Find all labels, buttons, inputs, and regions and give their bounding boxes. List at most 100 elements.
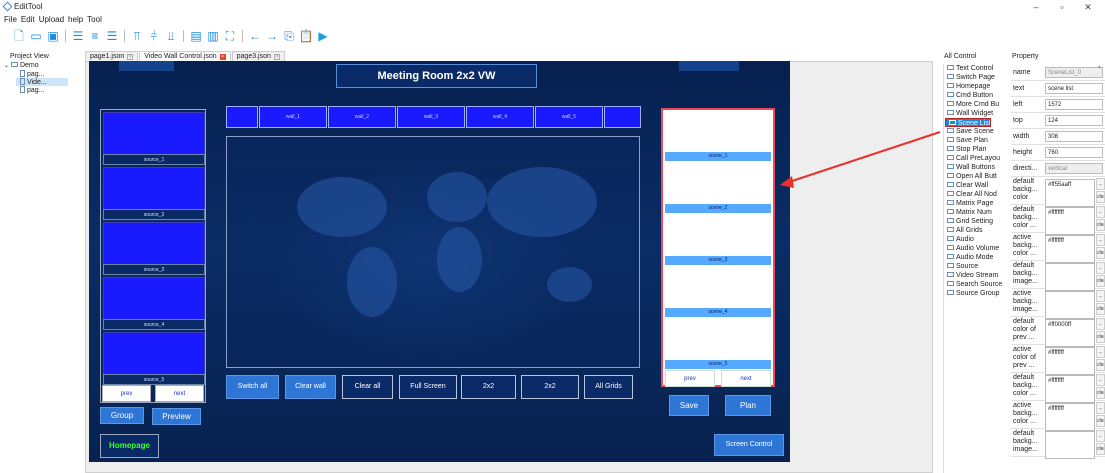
menu-tool[interactable]: Tool — [87, 14, 102, 25]
source-tile[interactable] — [103, 167, 205, 210]
property-value-field[interactable] — [1045, 263, 1095, 291]
property-value-field[interactable]: scene list — [1045, 83, 1103, 94]
redo-icon[interactable]: → — [265, 29, 279, 43]
scene-list[interactable]: scene_1 scene_2 scene_3 scene_4 scene_5 … — [661, 108, 775, 387]
run-icon[interactable]: ▶ — [316, 29, 330, 43]
switch-all-button[interactable]: Switch all — [226, 375, 279, 399]
scene-label[interactable]: scene_3 — [665, 256, 771, 265]
close-icon[interactable]: × — [219, 53, 226, 60]
source-list[interactable]: source_1 source_2 source_3 source_4 sour… — [100, 109, 206, 403]
browse-button[interactable]: ... — [1096, 402, 1105, 414]
scene-label[interactable]: scene_5 — [665, 360, 771, 369]
screen-control-button[interactable]: Screen Control — [714, 434, 784, 456]
distribute-vertical-icon[interactable]: ▥ — [206, 29, 220, 43]
browse-button[interactable]: ... — [1096, 234, 1105, 246]
align-center-icon[interactable]: ⫩ — [147, 29, 161, 43]
browse-button[interactable]: ... — [1096, 374, 1105, 386]
scroll-up-icon[interactable]: ^ — [1098, 66, 1101, 72]
design-canvas[interactable]: Meeting Room 2x2 VW source_1 source_2 so… — [89, 61, 790, 462]
property-value-field[interactable]: #ffffffff — [1045, 403, 1095, 431]
source-tile[interactable] — [103, 332, 205, 375]
align-right-icon[interactable]: ⫫ — [164, 29, 178, 43]
browse-button[interactable]: ... — [1096, 178, 1105, 190]
scene-tile[interactable] — [665, 215, 771, 256]
property-value-field[interactable]: 1572 — [1045, 99, 1103, 110]
source-tile[interactable] — [103, 112, 205, 155]
scene-label[interactable]: scene_2 — [665, 204, 771, 213]
property-value-field[interactable]: 308 — [1045, 131, 1103, 142]
wall-button[interactable] — [226, 106, 258, 128]
source-label[interactable]: source_2 — [103, 209, 205, 220]
scene-label[interactable]: scene_1 — [665, 152, 771, 161]
group-button[interactable]: Group — [100, 407, 144, 424]
preview-button[interactable]: Preview — [152, 408, 201, 425]
clear-button[interactable]: clear — [1096, 275, 1105, 287]
undo-icon[interactable]: ← — [248, 29, 262, 43]
minimize-icon[interactable]: – — [1029, 2, 1043, 12]
new-file-icon[interactable]: 🗋 — [12, 29, 26, 43]
clear-wall-button[interactable]: Clear wall — [285, 375, 336, 399]
property-value-field[interactable]: #ffffffff — [1045, 235, 1095, 263]
property-value-field[interactable] — [1045, 431, 1095, 459]
align-middle-icon[interactable]: ≡ — [88, 29, 102, 43]
wall-button[interactable]: wall_4 — [466, 106, 534, 128]
clear-button[interactable]: clear — [1096, 247, 1105, 259]
clear-button[interactable]: clear — [1096, 219, 1105, 231]
open-folder-icon[interactable]: ▭ — [29, 29, 43, 43]
clear-button[interactable]: clear — [1096, 387, 1105, 399]
wall-button[interactable]: wall_1 — [259, 106, 327, 128]
wall-button[interactable]: wall_2 — [328, 106, 396, 128]
tree-item-page1[interactable]: pag... — [0, 70, 80, 78]
scene-tile[interactable] — [665, 267, 771, 308]
scene-next-button[interactable]: next — [721, 370, 771, 387]
menu-file[interactable]: File — [4, 14, 17, 25]
browse-button[interactable]: ... — [1096, 262, 1105, 274]
clear-button[interactable]: clear — [1096, 191, 1105, 203]
browse-button[interactable]: ... — [1096, 346, 1105, 358]
clear-button[interactable]: clear — [1096, 443, 1105, 455]
property-value-field[interactable]: #ff0000ff — [1045, 319, 1095, 347]
scene-tile[interactable] — [665, 111, 771, 152]
source-label[interactable]: source_4 — [103, 319, 205, 330]
scene-tile[interactable] — [665, 163, 771, 204]
plan-button[interactable]: Plan — [725, 395, 771, 416]
clear-button[interactable]: clear — [1096, 359, 1105, 371]
save-button[interactable]: Save — [669, 395, 709, 416]
source-label[interactable]: source_1 — [103, 154, 205, 165]
property-value-field[interactable] — [1045, 291, 1095, 319]
property-value-field[interactable]: 124 — [1045, 115, 1103, 126]
paste-icon[interactable]: 📋 — [299, 29, 314, 43]
copy-icon[interactable]: ⎘ — [282, 29, 296, 43]
align-bottom-icon[interactable]: ☰ — [105, 29, 119, 43]
source-next-button[interactable]: next — [155, 385, 204, 402]
tab-video-wall-control[interactable]: Video Wall Control.json × — [139, 51, 231, 61]
property-value-field[interactable]: #ffffffff — [1045, 207, 1095, 235]
menu-help[interactable]: help — [68, 14, 83, 25]
browse-button[interactable]: ... — [1096, 430, 1105, 442]
clear-button[interactable]: clear — [1096, 415, 1105, 427]
tab-page3[interactable]: page3.json × — [231, 51, 285, 61]
source-tile[interactable] — [103, 222, 205, 265]
align-left-icon[interactable]: ⫪ — [130, 29, 144, 43]
save-icon[interactable]: ▣ — [46, 29, 60, 43]
tree-item-page3[interactable]: pag... — [0, 86, 80, 94]
distribute-horizontal-icon[interactable]: ▤ — [189, 29, 203, 43]
browse-button[interactable]: ... — [1096, 318, 1105, 330]
scene-label[interactable]: scene_4 — [665, 308, 771, 317]
tree-folder-demo[interactable]: ⌄ Demo — [0, 62, 80, 70]
property-value-field[interactable]: #ffffffff — [1045, 347, 1095, 375]
tree-item-video-wall[interactable]: Vide... — [16, 78, 68, 86]
wall-button[interactable]: wall_5 — [535, 106, 603, 128]
control-item-scene-list[interactable]: Scene List — [945, 118, 991, 127]
tab-page1[interactable]: page1.json × — [85, 51, 139, 61]
wall-button[interactable]: wall_3 — [397, 106, 465, 128]
layout-2x2-button[interactable]: 2x2 — [461, 375, 516, 399]
menu-upload[interactable]: Upload — [39, 14, 64, 25]
homepage-button[interactable]: Homepage — [100, 434, 159, 458]
source-label[interactable]: source_3 — [103, 264, 205, 275]
layout-2x2-button[interactable]: 2x2 — [521, 375, 579, 399]
browse-button[interactable]: ... — [1096, 290, 1105, 302]
scene-tile[interactable] — [665, 319, 771, 360]
close-icon[interactable]: × — [273, 53, 280, 60]
close-icon[interactable]: ✕ — [1081, 2, 1095, 12]
